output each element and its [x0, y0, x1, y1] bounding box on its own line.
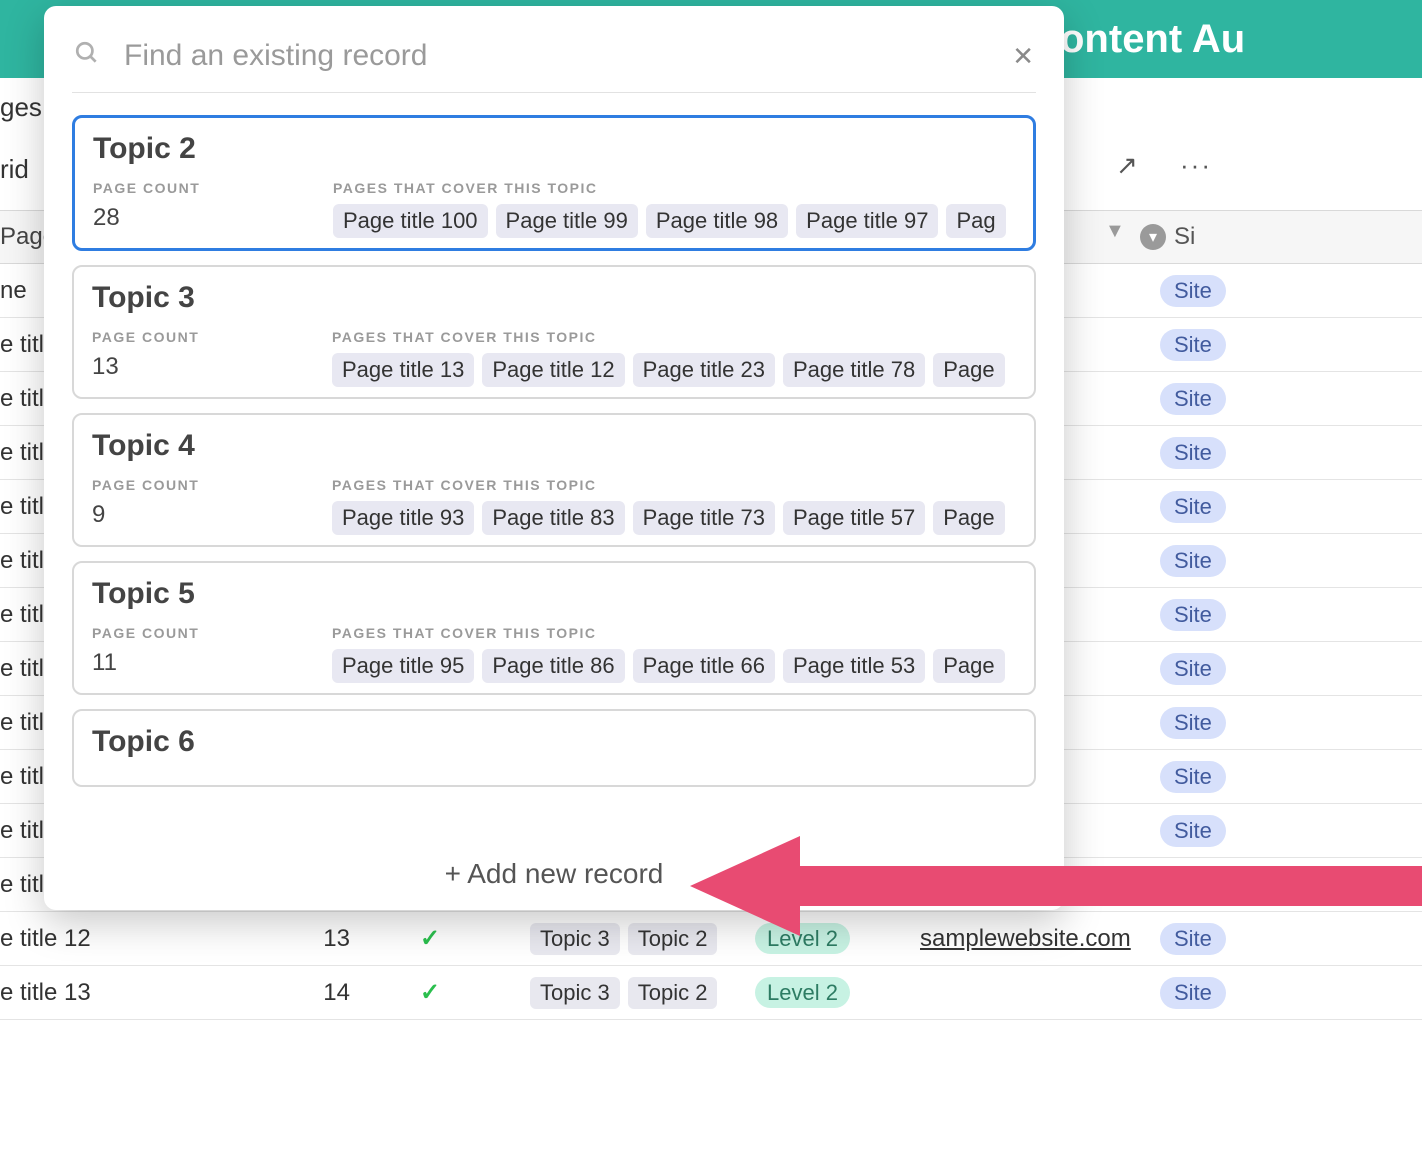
- page-chip[interactable]: Page title 97: [796, 204, 938, 238]
- page-chip[interactable]: Page title 23: [633, 353, 775, 387]
- page-count-value: 9: [92, 501, 332, 529]
- grid-label: rid: [0, 154, 29, 185]
- column-header-site-label: Si: [1174, 223, 1195, 251]
- record-title: Topic 2: [93, 132, 1015, 166]
- check-icon: ✓: [420, 978, 440, 1007]
- record-title: Topic 5: [92, 577, 1016, 611]
- page-count-value: 28: [93, 204, 333, 232]
- page-count-value: 13: [92, 353, 332, 381]
- popout-icon[interactable]: ↗: [1116, 150, 1138, 181]
- site-badge: Site: [1160, 599, 1226, 631]
- site-badge: Site: [1160, 869, 1226, 901]
- pages-label: ges: [0, 92, 42, 123]
- row-tags: Topic 3Topic 2: [530, 923, 725, 955]
- page-chip[interactable]: Page: [933, 501, 1004, 535]
- site-badge: Site: [1160, 977, 1226, 1009]
- sort-caret-icon[interactable]: ▼: [1105, 220, 1125, 243]
- page-chip[interactable]: Page: [933, 649, 1004, 683]
- page-chip[interactable]: Page title 83: [482, 501, 624, 535]
- page-chip[interactable]: Page: [933, 353, 1004, 387]
- row-number: 13: [290, 925, 350, 953]
- pages-cover-label: PAGES THAT COVER THIS TOPIC: [333, 180, 1015, 196]
- page-chip[interactable]: Page title 53: [783, 649, 925, 683]
- page-chip[interactable]: Page title 95: [332, 649, 474, 683]
- site-badge: Site: [1160, 329, 1226, 361]
- pages-chip-row: Page title 100Page title 99Page title 98…: [333, 204, 1015, 238]
- page-chip[interactable]: Page title 98: [646, 204, 788, 238]
- page-count-label: PAGE COUNT: [92, 477, 332, 493]
- record-card[interactable]: Topic 3 PAGE COUNT 13 PAGES THAT COVER T…: [72, 265, 1036, 399]
- pages-chip-row: Page title 93Page title 83Page title 73P…: [332, 501, 1016, 535]
- page-count-label: PAGE COUNT: [92, 329, 332, 345]
- table-row[interactable]: e title 12 13 ✓ Topic 3Topic 2 Level 2 sample…: [0, 912, 1422, 966]
- record-card[interactable]: Topic 5 PAGE COUNT 11 PAGES THAT COVER T…: [72, 561, 1036, 695]
- page-chip[interactable]: Page title 100: [333, 204, 488, 238]
- row-title: e title 12: [0, 925, 91, 953]
- site-badge: Site: [1160, 761, 1226, 793]
- page-chip[interactable]: Page title 12: [482, 353, 624, 387]
- page-chip[interactable]: Page title 66: [633, 649, 775, 683]
- site-badge: Site: [1160, 815, 1226, 847]
- record-list: Topic 2 PAGE COUNT 28 PAGES THAT COVER T…: [72, 115, 1036, 846]
- page-chip[interactable]: Pag: [946, 204, 1005, 238]
- page-chip[interactable]: Page title 86: [482, 649, 624, 683]
- site-badge: Site: [1160, 383, 1226, 415]
- pages-cover-label: PAGES THAT COVER THIS TOPIC: [332, 477, 1016, 493]
- page-chip[interactable]: Page title 78: [783, 353, 925, 387]
- record-title: Topic 3: [92, 281, 1016, 315]
- search-icon: [74, 40, 100, 73]
- search-input[interactable]: [122, 38, 1012, 74]
- chevron-down-icon: ▾: [1140, 224, 1166, 250]
- column-header-site[interactable]: ▾ Si: [1140, 210, 1195, 264]
- search-row: ✕: [72, 32, 1036, 92]
- row-number: 14: [290, 979, 350, 1007]
- record-picker-modal: ✕ Topic 2 PAGE COUNT 28 PAGES THAT COVER…: [44, 6, 1064, 910]
- level-badge: Level 2: [755, 923, 850, 954]
- page-count-label: PAGE COUNT: [92, 625, 332, 641]
- divider: [72, 92, 1036, 93]
- check-icon: ✓: [420, 924, 440, 953]
- close-icon[interactable]: ✕: [1012, 41, 1034, 72]
- page-count-label: PAGE COUNT: [93, 180, 333, 196]
- record-card[interactable]: Topic 2 PAGE COUNT 28 PAGES THAT COVER T…: [72, 115, 1036, 251]
- table-row[interactable]: e title 13 14 ✓ Topic 3Topic 2 Level 2 Site: [0, 966, 1422, 1020]
- pages-chip-row: Page title 95Page title 86Page title 66P…: [332, 649, 1016, 683]
- page-count-value: 11: [92, 649, 332, 677]
- page-chip[interactable]: Page title 73: [633, 501, 775, 535]
- record-title: Topic 6: [92, 725, 1016, 759]
- row-title: e title 13: [0, 979, 91, 1007]
- more-icon[interactable]: ···: [1180, 150, 1212, 181]
- site-badge: Site: [1160, 545, 1226, 577]
- page-chip[interactable]: Page title 57: [783, 501, 925, 535]
- topic-tag[interactable]: Topic 2: [628, 977, 718, 1009]
- row-level: Level 2: [755, 979, 850, 1007]
- topic-tag[interactable]: Topic 3: [530, 977, 620, 1009]
- pages-cover-label: PAGES THAT COVER THIS TOPIC: [332, 329, 1016, 345]
- topic-tag[interactable]: Topic 2: [628, 923, 718, 955]
- site-badge: Site: [1160, 491, 1226, 523]
- record-card[interactable]: Topic 6: [72, 709, 1036, 787]
- site-badge: Site: [1160, 437, 1226, 469]
- site-badge: Site: [1160, 923, 1226, 955]
- topic-tag[interactable]: Topic 3: [530, 923, 620, 955]
- row-url[interactable]: samplewebsite.com: [920, 925, 1131, 953]
- page-chip[interactable]: Page title 93: [332, 501, 474, 535]
- row-level: Level 2: [755, 925, 850, 953]
- site-badge: Site: [1160, 653, 1226, 685]
- site-badge: Site: [1160, 707, 1226, 739]
- site-badge: Site: [1160, 275, 1226, 307]
- record-card[interactable]: Topic 4 PAGE COUNT 9 PAGES THAT COVER TH…: [72, 413, 1036, 547]
- row-title: ne: [0, 277, 27, 305]
- level-badge: Level 2: [755, 977, 850, 1008]
- row-tags: Topic 3Topic 2: [530, 977, 725, 1009]
- page-chip[interactable]: Page title 99: [496, 204, 638, 238]
- add-record-button[interactable]: + Add new record: [72, 846, 1036, 896]
- pages-cover-label: PAGES THAT COVER THIS TOPIC: [332, 625, 1016, 641]
- pages-chip-row: Page title 13Page title 12Page title 23P…: [332, 353, 1016, 387]
- page-chip[interactable]: Page title 13: [332, 353, 474, 387]
- record-title: Topic 4: [92, 429, 1016, 463]
